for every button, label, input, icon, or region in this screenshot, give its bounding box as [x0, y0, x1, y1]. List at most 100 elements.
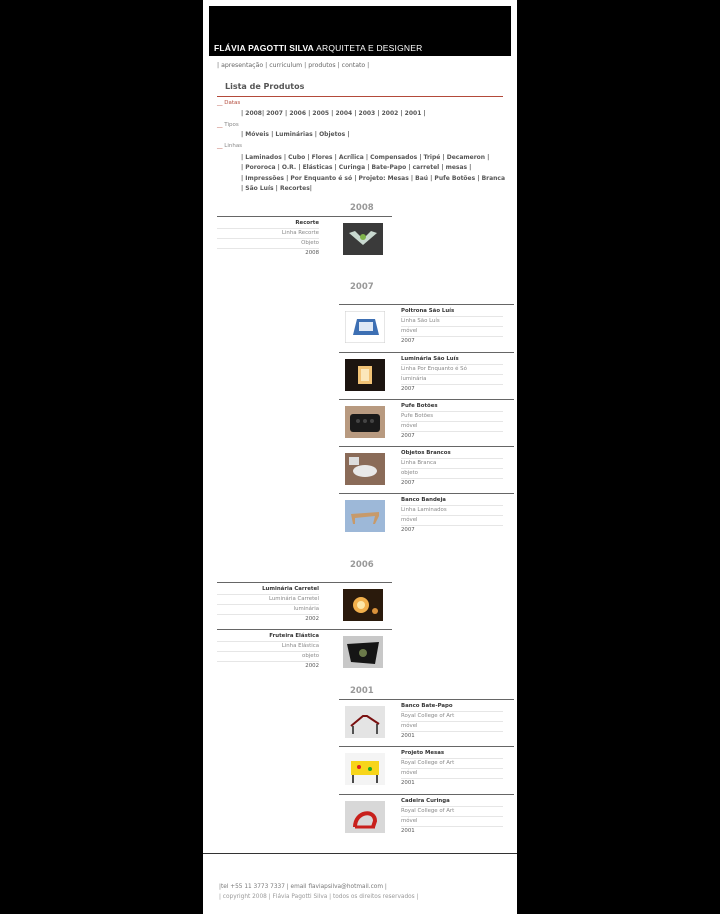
product-name[interactable]: Pufe Botões: [401, 402, 503, 412]
footer-copyright: | copyright 2008 | Flávia Pagotti Silva …: [219, 894, 419, 900]
filter-datas-label[interactable]: __ Datas: [217, 100, 240, 106]
product-line: Pufe Botões: [401, 412, 503, 422]
product-type: móvel: [401, 422, 503, 432]
product-card[interactable]: Luminária São Luís Linha Por Enquanto é …: [339, 352, 514, 399]
nav-produtos[interactable]: produtos: [308, 62, 335, 69]
year-heading-2006: 2006: [350, 560, 374, 570]
product-thumbnail[interactable]: [345, 801, 385, 833]
footer-contact[interactable]: |tel +55 11 3773 7337 | email flaviapsil…: [219, 884, 387, 890]
product-info: Projeto Mesas Royal College of Art móvel…: [401, 749, 503, 788]
product-info: Banco Bate-Papo Royal College of Art móv…: [401, 702, 503, 741]
product-type: objeto: [401, 469, 503, 479]
product-type: móvel: [401, 516, 503, 526]
year-heading-2007: 2007: [350, 282, 374, 292]
product-name[interactable]: Luminária Carretel: [217, 585, 319, 595]
product-type: móvel: [401, 722, 503, 732]
product-card[interactable]: Projeto Mesas Royal College of Art móvel…: [339, 746, 514, 793]
product-type: luminária: [217, 605, 319, 615]
designer-subtitle: ARQUITETA E DESIGNER: [316, 43, 423, 53]
product-year: 2007: [401, 386, 415, 392]
year-heading-2001: 2001: [350, 686, 374, 696]
product-line: Linha Branca: [401, 459, 503, 469]
product-thumbnail[interactable]: [343, 636, 383, 668]
page-title: Lista de Produtos: [225, 82, 305, 91]
filter-linhas-links-3[interactable]: | Impressões | Por Enquanto é só | Proje…: [241, 175, 505, 182]
product-info: Cadeira Curinga Royal College of Art móv…: [401, 797, 503, 836]
product-name[interactable]: Recorte: [217, 219, 319, 229]
product-info: Pufe Botões Pufe Botões móvel 2007: [401, 402, 503, 441]
product-name[interactable]: Luminária São Luís: [401, 355, 503, 365]
product-name[interactable]: Poltrona São Luís: [401, 307, 503, 317]
product-year: 2007: [401, 433, 415, 439]
product-name[interactable]: Fruteira Elástica: [217, 632, 319, 642]
product-info: Poltrona São Luís Linha São Luís móvel 2…: [401, 307, 503, 346]
product-info: Recorte Linha Recorte Objeto 2008: [217, 219, 319, 258]
product-thumbnail[interactable]: [343, 589, 383, 621]
product-year: 2008: [305, 250, 319, 256]
product-type: luminária: [401, 375, 503, 385]
product-line: Royal College of Art: [401, 807, 503, 817]
product-name[interactable]: Banco Bate-Papo: [401, 702, 503, 712]
product-card[interactable]: Banco Bate-Papo Royal College of Art móv…: [339, 699, 514, 746]
product-line: Linha Por Enquanto é Só: [401, 365, 503, 375]
product-type: móvel: [401, 769, 503, 779]
product-line: Linha Laminados: [401, 506, 503, 516]
product-year: 2007: [401, 338, 415, 344]
product-thumbnail[interactable]: [345, 406, 385, 438]
product-line: Linha São Luís: [401, 317, 503, 327]
product-card[interactable]: Luminária Carretel Luminária Carretel lu…: [217, 582, 392, 629]
nav-curriculum[interactable]: curriculum: [269, 62, 302, 69]
product-card[interactable]: Objetos Brancos Linha Branca objeto 2007: [339, 446, 514, 493]
product-year: 2002: [305, 616, 319, 622]
nav-apresentacao[interactable]: apresentação: [221, 62, 263, 69]
product-card[interactable]: Poltrona São Luís Linha São Luís móvel 2…: [339, 304, 514, 351]
product-type: Objeto: [217, 239, 319, 249]
product-name[interactable]: Objetos Brancos: [401, 449, 503, 459]
filter-linhas-links-4[interactable]: | São Luís | Recortes|: [241, 185, 312, 192]
product-info: Luminária São Luís Linha Por Enquanto é …: [401, 355, 503, 394]
filter-tipos-links[interactable]: | Móveis | Luminárias | Objetos |: [241, 131, 349, 138]
product-line: Royal College of Art: [401, 712, 503, 722]
product-thumbnail[interactable]: [345, 706, 385, 738]
product-line: Royal College of Art: [401, 759, 503, 769]
product-line: Linha Elástica: [217, 642, 319, 652]
product-thumbnail[interactable]: [345, 453, 385, 485]
product-line: Luminária Carretel: [217, 595, 319, 605]
product-thumbnail[interactable]: [345, 311, 385, 343]
filter-linhas-links-1[interactable]: | Laminados | Cubo | Flores | Acrílica |…: [241, 154, 489, 161]
product-info: Fruteira Elástica Linha Elástica objeto …: [217, 632, 319, 671]
nav-contato[interactable]: contato: [342, 62, 366, 69]
filter-linhas-links-2[interactable]: | Pororoca | O.R. | Elásticas | Curinga …: [241, 164, 471, 171]
product-card[interactable]: Banco Bandeja Linha Laminados móvel 2007: [339, 493, 514, 540]
product-type: móvel: [401, 327, 503, 337]
product-name[interactable]: Banco Bandeja: [401, 496, 503, 506]
product-thumbnail[interactable]: [345, 359, 385, 391]
product-thumbnail[interactable]: [345, 753, 385, 785]
product-type: objeto: [217, 652, 319, 662]
product-year: 2007: [401, 480, 415, 486]
header-banner: FLÁVIA PAGOTTI SILVA ARQUITETA E DESIGNE…: [209, 6, 511, 56]
page-container: FLÁVIA PAGOTTI SILVA ARQUITETA E DESIGNE…: [203, 0, 517, 914]
product-thumbnail[interactable]: [343, 223, 383, 255]
product-name[interactable]: Projeto Mesas: [401, 749, 503, 759]
product-card[interactable]: Pufe Botões Pufe Botões móvel 2007: [339, 399, 514, 446]
title-divider: [217, 96, 503, 97]
product-card[interactable]: Cadeira Curinga Royal College of Art móv…: [339, 794, 514, 841]
site-title[interactable]: FLÁVIA PAGOTTI SILVA ARQUITETA E DESIGNE…: [214, 43, 422, 53]
product-year: 2001: [401, 828, 415, 834]
filter-tipos-label[interactable]: __ Tipos: [217, 122, 239, 128]
product-type: móvel: [401, 817, 503, 827]
filter-linhas-label[interactable]: __ Linhas: [217, 143, 242, 149]
product-info: Banco Bandeja Linha Laminados móvel 2007: [401, 496, 503, 535]
designer-name: FLÁVIA PAGOTTI SILVA: [214, 43, 315, 53]
product-name[interactable]: Cadeira Curinga: [401, 797, 503, 807]
product-year: 2002: [305, 663, 319, 669]
footer-divider: [203, 853, 517, 854]
product-year: 2001: [401, 733, 415, 739]
product-card[interactable]: Recorte Linha Recorte Objeto 2008: [217, 216, 392, 263]
product-line: Linha Recorte: [217, 229, 319, 239]
filter-datas-links[interactable]: | 2008| 2007 | 2006 | 2005 | 2004 | 2003…: [241, 110, 426, 117]
product-thumbnail[interactable]: [345, 500, 385, 532]
product-card[interactable]: Fruteira Elástica Linha Elástica objeto …: [217, 629, 392, 676]
year-heading-2008: 2008: [350, 203, 374, 213]
